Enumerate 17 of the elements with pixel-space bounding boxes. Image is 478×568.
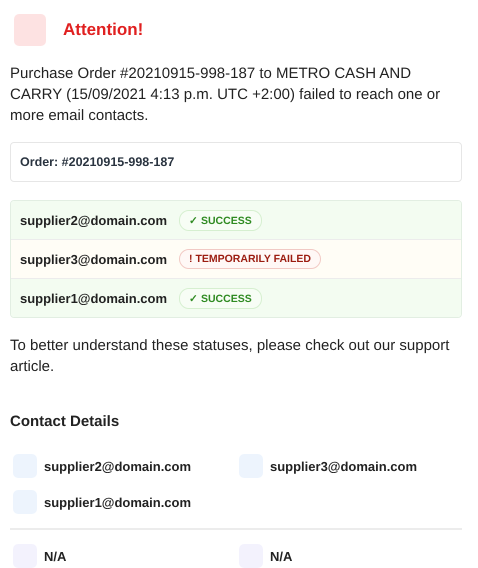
help-text: To better understand these statuses, please check out our support article. xyxy=(10,336,450,377)
contact-email: supplier3@domain.com xyxy=(270,458,418,474)
recipient-email: supplier1@domain.com xyxy=(20,290,168,306)
status-badge: ✓ SUCCESS xyxy=(179,210,262,230)
status-badge: ✓ SUCCESS xyxy=(179,288,262,308)
status-badge: ! TEMPORARILY FAILED xyxy=(179,249,321,269)
order-number: Order: #20210915-998-187 xyxy=(20,155,174,169)
contact-email: supplier1@domain.com xyxy=(44,494,192,510)
contact-value: N/A xyxy=(270,548,292,564)
contact-value: N/A xyxy=(44,548,66,564)
recipient-email: supplier3@domain.com xyxy=(20,252,168,266)
alert-icon xyxy=(14,14,46,46)
message-text: Purchase Order #20210915-998-187 to METRO CASH AND CARRY (15/09/2021 4:13 p.m. UTC +2:00) failed to reach one or more email contacts. xyxy=(10,64,442,126)
recipient-email: supplier2@domain.com xyxy=(20,212,168,228)
contact-email: supplier2@domain.com xyxy=(44,458,192,474)
section-title: Contact Details xyxy=(10,413,120,430)
alert-title: Attention! xyxy=(63,20,144,40)
